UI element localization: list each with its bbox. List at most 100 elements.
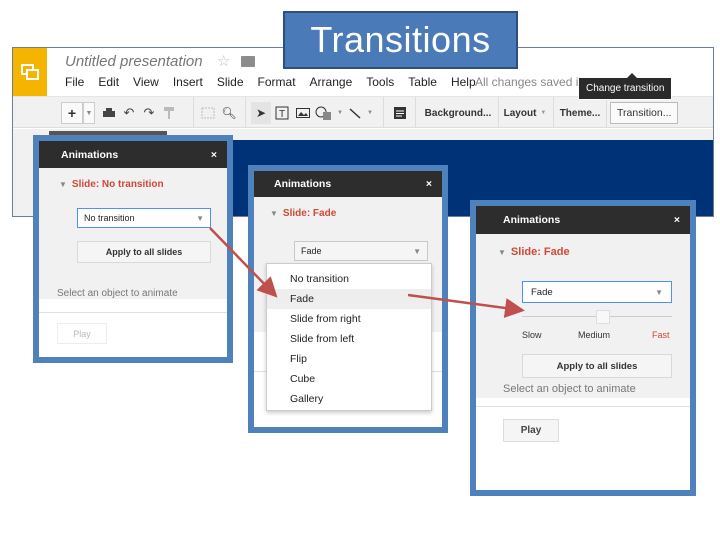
toolbar-divider xyxy=(245,97,246,127)
slide-transition-label: Slide: Fade xyxy=(510,246,570,258)
background-button[interactable]: Background... xyxy=(423,102,493,124)
select-object-hint: Select an object to animate xyxy=(503,383,636,395)
fit-icon[interactable] xyxy=(199,102,217,124)
divider xyxy=(39,312,227,313)
option-slide-from-right[interactable]: Slide from right xyxy=(267,309,431,329)
option-flip[interactable]: Flip xyxy=(267,349,431,369)
transition-type-select[interactable]: Fade ▼ xyxy=(294,241,428,261)
panel-title: Animations xyxy=(61,148,119,161)
chevron-down-icon: ▼ xyxy=(655,287,663,297)
speed-label-medium: Medium xyxy=(578,330,611,340)
slide-transition-heading[interactable]: ▼ Slide: Fade xyxy=(498,246,570,258)
transition-dropdown-menu: No transition Fade Slide from right Slid… xyxy=(266,263,432,411)
menu-edit[interactable]: Edit xyxy=(98,75,119,89)
menu-format[interactable]: Format xyxy=(258,75,296,89)
zoom-icon[interactable]: 🔍︎ xyxy=(221,102,237,124)
toolbar-divider xyxy=(415,97,416,127)
new-slide-dropdown[interactable]: ▼ xyxy=(83,102,95,124)
transition-button[interactable]: Transition... xyxy=(610,102,679,124)
slide-transition-heading[interactable]: ▼ Slide: Fade xyxy=(270,208,336,219)
slides-logo[interactable] xyxy=(13,48,47,96)
shape-dropdown[interactable]: ▼ xyxy=(336,102,344,124)
slide-transition-label: Slide: No transition xyxy=(71,179,164,190)
print-icon[interactable] xyxy=(101,102,117,124)
play-button[interactable]: Play xyxy=(503,419,559,442)
animations-panel-fade: Animations × ▼ Slide: Fade Fade ▼ Slow M… xyxy=(470,200,696,496)
collapse-triangle-icon: ▼ xyxy=(498,247,506,257)
menu-file[interactable]: File xyxy=(65,75,84,89)
select-object-hint: Select an object to animate xyxy=(57,288,178,299)
panel-header: Animations × xyxy=(39,141,227,168)
collapse-triangle-icon: ▼ xyxy=(59,180,67,189)
title-badge: Transitions xyxy=(283,11,518,69)
play-button[interactable]: Play xyxy=(57,323,107,344)
speed-label-slow: Slow xyxy=(522,330,542,340)
menu-bar: File Edit View Insert Slide Format Arran… xyxy=(65,75,490,89)
menu-view[interactable]: View xyxy=(133,75,159,89)
close-icon[interactable]: × xyxy=(426,178,432,190)
panel-header: Animations × xyxy=(476,206,690,234)
slide-transition-heading[interactable]: ▼ Slide: No transition xyxy=(59,179,164,190)
star-icon[interactable]: ☆ xyxy=(217,52,230,70)
comment-icon[interactable] xyxy=(391,102,409,124)
transition-type-value: Fade xyxy=(301,246,322,256)
animations-panel-dropdown-open: Animations × ▼ Slide: Fade Fade ▼ No tra… xyxy=(248,165,448,433)
divider xyxy=(476,406,690,407)
new-slide-button[interactable]: + xyxy=(61,102,83,124)
chevron-down-icon: ▼ xyxy=(413,246,421,256)
redo-icon[interactable]: ↷ xyxy=(141,102,157,124)
select-pointer-icon[interactable]: ➤ xyxy=(251,102,271,124)
toolbar-divider xyxy=(383,97,384,127)
undo-icon[interactable]: ↶ xyxy=(121,102,137,124)
close-icon[interactable]: × xyxy=(211,149,217,161)
menu-table[interactable]: Table xyxy=(408,75,437,89)
animations-panel: Animations × ▼ Slide: Fade Fade ▼ Slow M… xyxy=(476,206,690,490)
toolbar-divider xyxy=(193,97,194,127)
layout-dropdown-icon: ▼ xyxy=(540,110,547,116)
collapse-triangle-icon: ▼ xyxy=(270,209,278,218)
close-icon[interactable]: × xyxy=(674,214,680,226)
svg-text:T: T xyxy=(279,109,285,120)
document-title[interactable]: Untitled presentation xyxy=(65,53,203,70)
animations-panel: Animations × ▼ Slide: Fade Fade ▼ No tra… xyxy=(254,171,442,427)
speed-slider-thumb[interactable] xyxy=(596,310,610,324)
menu-arrange[interactable]: Arrange xyxy=(310,75,353,89)
paint-format-icon[interactable] xyxy=(161,102,177,124)
toolbar: + ▼ ↶ ↷ 🔍︎ ➤ T ▼ ▼ Background... Layout … xyxy=(13,96,713,128)
chevron-down-icon: ▼ xyxy=(196,213,204,223)
slide-transition-section: ▼ Slide: Fade Fade ▼ Slow Medium Fast Ap… xyxy=(476,234,690,398)
apply-to-all-slides-button[interactable]: Apply to all slides xyxy=(522,354,672,378)
line-dropdown[interactable]: ▼ xyxy=(366,102,374,124)
menu-insert[interactable]: Insert xyxy=(173,75,203,89)
slide-transition-label: Slide: Fade xyxy=(282,208,337,219)
panel-header: Animations × xyxy=(254,171,442,197)
transition-type-value: No transition xyxy=(84,213,135,223)
theme-button[interactable]: Theme... xyxy=(559,102,601,124)
speed-label-fast: Fast xyxy=(652,330,670,340)
apply-to-all-slides-button[interactable]: Apply to all slides xyxy=(77,241,211,263)
text-box-icon[interactable]: T xyxy=(273,102,291,124)
toolbar-divider xyxy=(553,97,554,127)
option-gallery[interactable]: Gallery xyxy=(267,389,431,409)
layout-button[interactable]: Layout ▼ xyxy=(503,102,547,124)
option-no-transition[interactable]: No transition xyxy=(267,269,431,289)
shape-icon[interactable] xyxy=(314,102,336,124)
slides-icon xyxy=(21,64,39,80)
menu-help[interactable]: Help xyxy=(451,75,476,89)
option-slide-from-left[interactable]: Slide from left xyxy=(267,329,431,349)
layout-label: Layout xyxy=(503,107,537,119)
toolbar-divider xyxy=(498,97,499,127)
slide-transition-section: ▼ Slide: No transition No transition ▼ A… xyxy=(39,168,227,299)
option-fade[interactable]: Fade xyxy=(267,289,431,309)
panel-title: Animations xyxy=(503,214,561,226)
transition-type-select[interactable]: No transition ▼ xyxy=(77,208,211,228)
line-icon[interactable] xyxy=(346,102,364,124)
image-icon[interactable] xyxy=(294,102,312,124)
menu-tools[interactable]: Tools xyxy=(366,75,394,89)
animations-panel-no-transition: Animations × ▼ Slide: No transition No t… xyxy=(33,135,233,363)
folder-icon[interactable] xyxy=(241,56,255,67)
transition-type-select[interactable]: Fade ▼ xyxy=(522,281,672,303)
toolbar-divider xyxy=(606,97,607,127)
menu-slide[interactable]: Slide xyxy=(217,75,244,89)
option-cube[interactable]: Cube xyxy=(267,369,431,389)
